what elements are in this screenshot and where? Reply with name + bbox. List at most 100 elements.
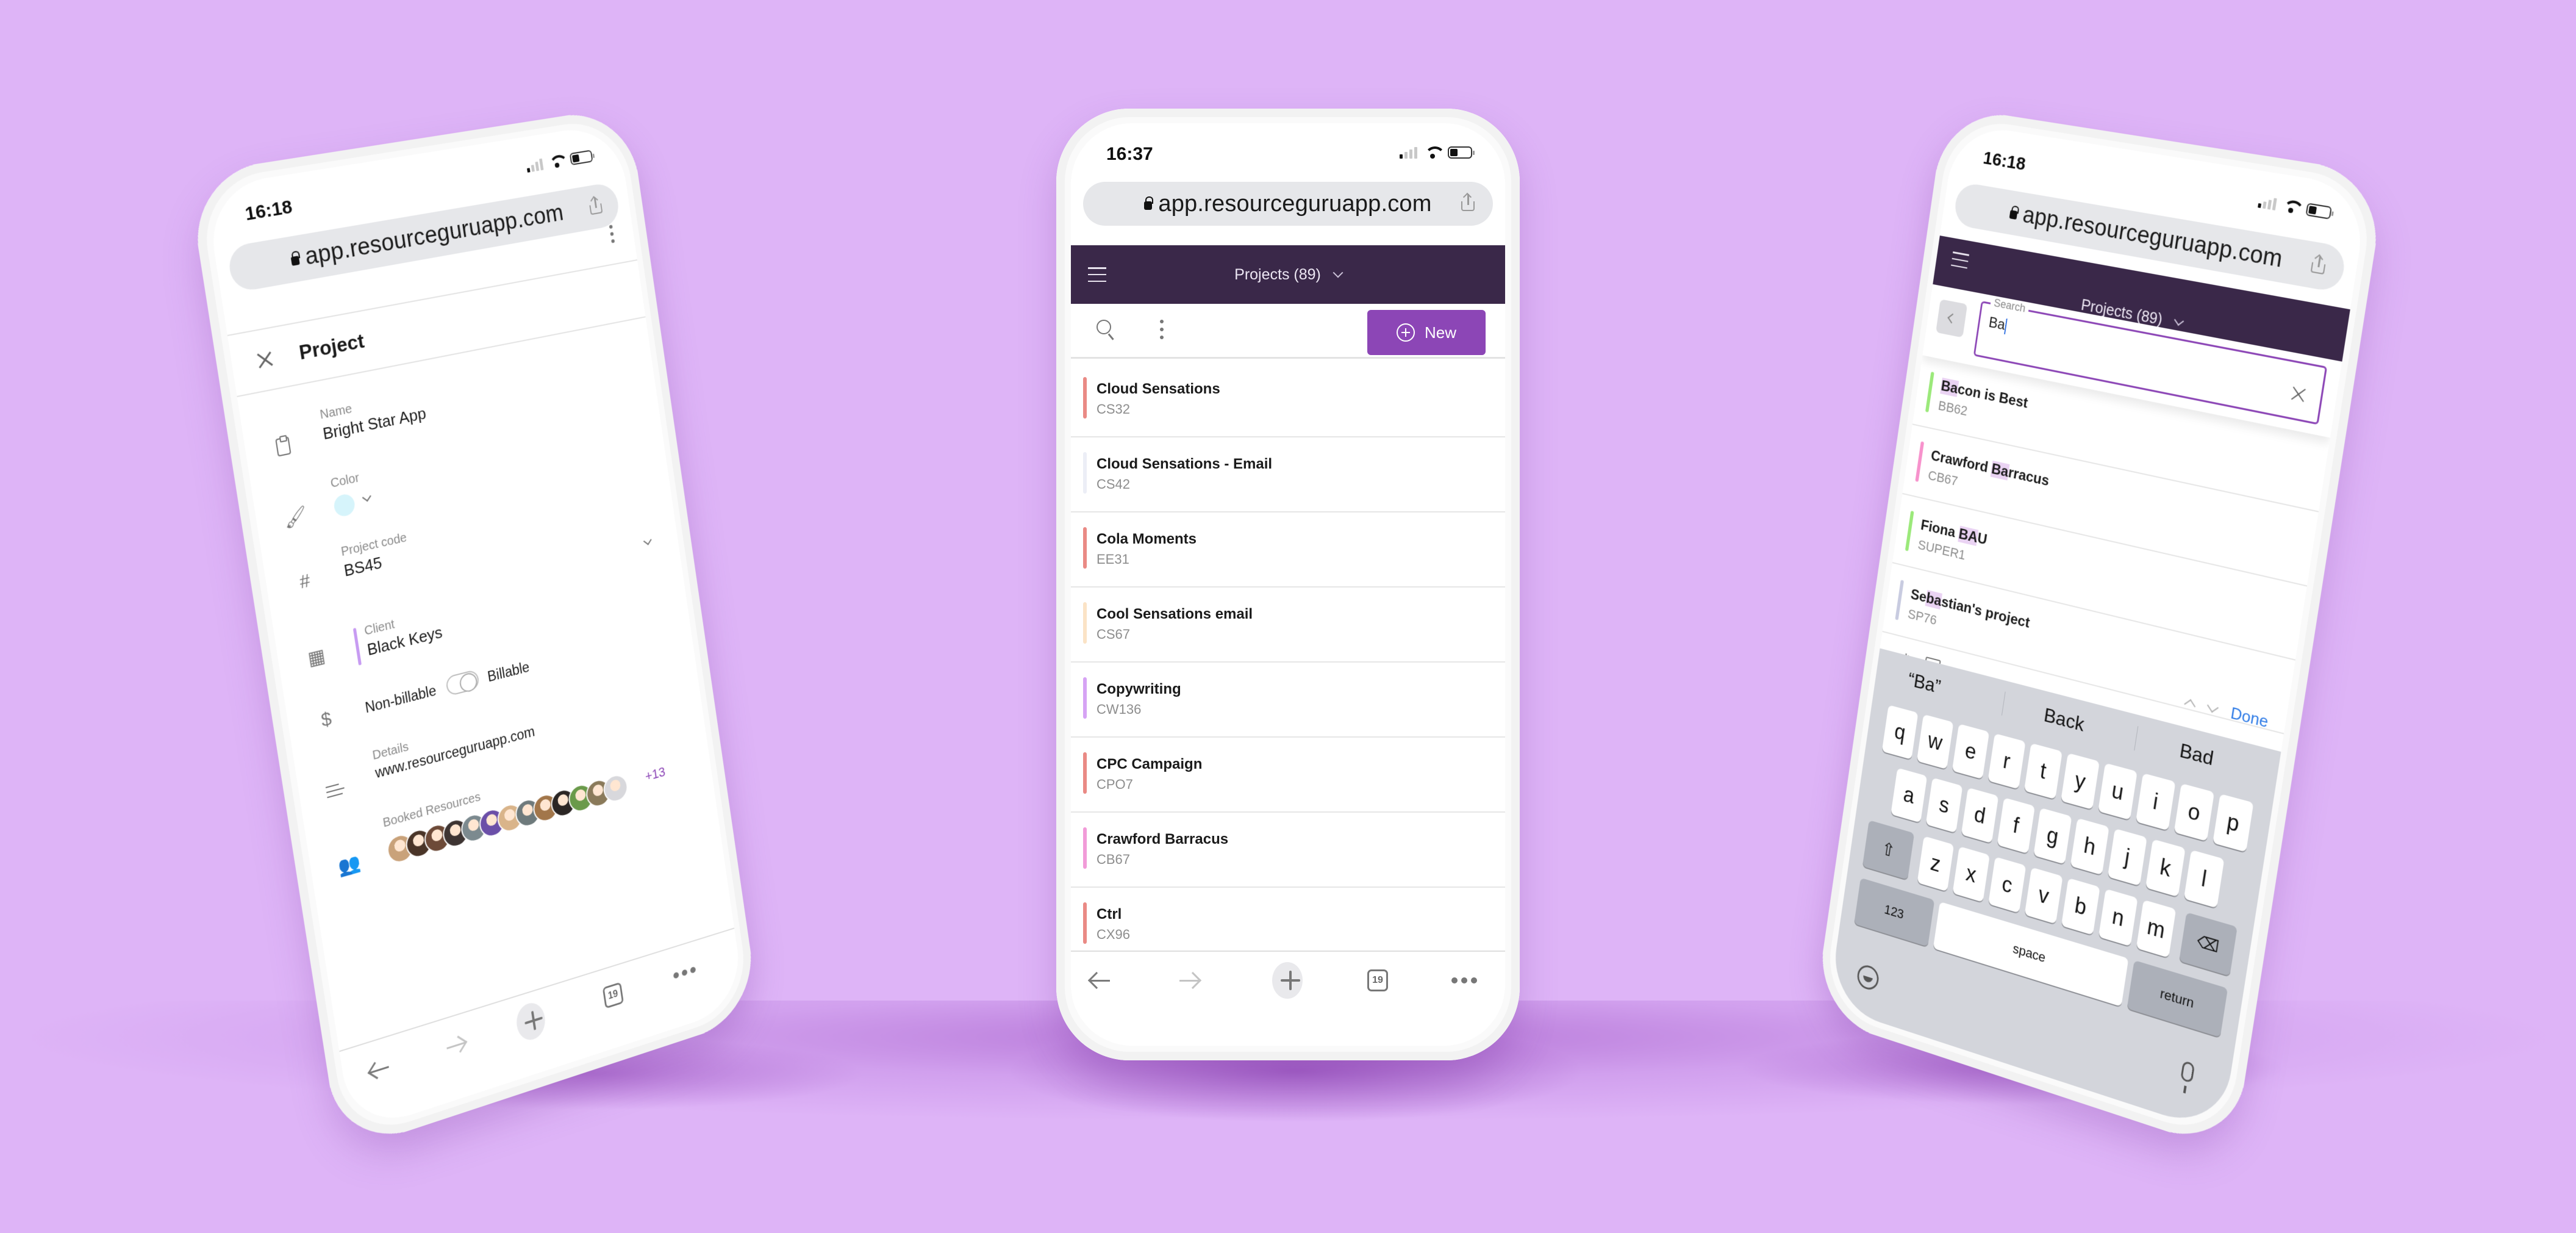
back-button[interactable] — [362, 1050, 396, 1090]
numbers-key[interactable]: 123 — [1854, 877, 1935, 947]
hash-icon: # — [298, 570, 312, 593]
chevron-up-icon[interactable] — [2184, 699, 2196, 711]
key-d[interactable]: d — [1961, 787, 1999, 844]
key-l[interactable]: l — [2183, 849, 2225, 908]
close-icon[interactable] — [256, 350, 274, 370]
color-field[interactable]: 🖌 Color — [252, 407, 659, 530]
shift-key[interactable]: ⇧ — [1862, 820, 1915, 880]
key-e[interactable]: e — [1952, 724, 1990, 780]
screen: 16:18 app.resourceguruapp.com Project Na… — [204, 122, 746, 1134]
color-label: Color — [329, 470, 360, 491]
project-name: Crawford Barracus — [1097, 831, 1229, 847]
key-a[interactable]: a — [1891, 767, 1928, 823]
new-tab-button[interactable] — [514, 999, 548, 1044]
new-tab-button[interactable] — [1272, 962, 1303, 999]
key-x[interactable]: x — [1952, 846, 1990, 902]
key-g[interactable]: g — [2033, 807, 2072, 865]
forward-button[interactable] — [1175, 965, 1205, 996]
project-row[interactable]: Cloud Sensations - Email CS42 — [1071, 437, 1505, 512]
chevron-down-icon[interactable] — [2206, 700, 2219, 713]
key-n[interactable]: n — [2098, 888, 2138, 947]
client-field[interactable]: ▦ Client Black Keys — [273, 530, 676, 670]
share-icon[interactable] — [1461, 192, 1475, 211]
project-code: EE31 — [1097, 552, 1129, 567]
suggestion-2[interactable]: Back — [2042, 703, 2086, 736]
microphone-icon[interactable] — [2180, 1060, 2195, 1084]
hamburger-menu-icon[interactable] — [1088, 267, 1106, 282]
billable-toggle[interactable] — [445, 669, 481, 697]
new-project-button[interactable]: New — [1367, 310, 1486, 355]
key-s[interactable]: s — [1925, 777, 1963, 833]
key-z[interactable]: z — [1917, 836, 1955, 892]
project-row[interactable]: Copywriting CW136 — [1071, 663, 1505, 738]
billable-label: Billable — [486, 658, 531, 685]
project-code-field[interactable]: # Project code BS45 — [263, 472, 668, 593]
key-f[interactable]: f — [1997, 797, 2035, 854]
key-v[interactable]: v — [2024, 867, 2063, 924]
battery-icon — [1448, 146, 1475, 159]
share-icon[interactable] — [2310, 254, 2327, 275]
project-row[interactable]: Cola Moments EE31 — [1071, 512, 1505, 588]
project-row[interactable]: CPC Campaign CPO7 — [1071, 738, 1505, 813]
key-c[interactable]: c — [1988, 857, 2027, 913]
back-button[interactable] — [1084, 965, 1115, 996]
project-color-bar — [1895, 580, 1905, 620]
more-resources-count[interactable]: +13 — [644, 764, 666, 785]
chevron-down-icon[interactable] — [2174, 315, 2184, 326]
key-m[interactable]: m — [2136, 899, 2177, 958]
more-button[interactable] — [1449, 965, 1479, 996]
project-row[interactable]: Cool Sensations email CS67 — [1071, 588, 1505, 663]
project-code: CW136 — [1097, 702, 1142, 717]
key-o[interactable]: o — [2174, 783, 2215, 842]
more-options-icon[interactable] — [609, 225, 615, 243]
project-name: CPC Campaign — [1097, 756, 1203, 772]
backspace-key[interactable]: ⌫ — [2179, 912, 2238, 976]
key-h[interactable]: h — [2070, 818, 2109, 875]
key-w[interactable]: w — [1916, 714, 1954, 769]
hamburger-menu-icon[interactable] — [1951, 251, 1970, 269]
back-chevron-button[interactable] — [1936, 299, 1968, 338]
projects-title[interactable]: Projects (89) — [1234, 266, 1321, 284]
key-k[interactable]: k — [2145, 839, 2186, 897]
key-p[interactable]: p — [2213, 794, 2254, 852]
key-r[interactable]: r — [1987, 733, 2026, 789]
key-u[interactable]: u — [2098, 763, 2138, 821]
chevron-down-icon[interactable] — [1333, 267, 1343, 278]
suggestion-1[interactable]: “Ba” — [1907, 668, 1942, 698]
search-icon[interactable] — [1097, 320, 1115, 340]
clear-icon[interactable] — [2290, 386, 2307, 404]
more-button[interactable] — [669, 954, 699, 991]
return-key[interactable]: return — [2127, 960, 2228, 1038]
project-name: Copywriting — [1097, 681, 1181, 697]
project-list: Cloud Sensations CS32 Cloud Sensations - E… — [1071, 362, 1505, 963]
project-row[interactable]: Crawford Barracus CB67 — [1071, 813, 1505, 888]
key-y[interactable]: y — [2061, 753, 2100, 810]
color-swatch[interactable] — [332, 492, 356, 519]
suggestion-3[interactable]: Bad — [2178, 739, 2215, 771]
project-row[interactable]: Cloud Sensations CS32 — [1071, 362, 1505, 437]
share-icon[interactable] — [589, 196, 603, 215]
arrow-left-icon — [1087, 971, 1111, 990]
chevron-down-icon[interactable] — [362, 492, 371, 502]
lock-icon — [291, 256, 301, 266]
project-color-bar — [1083, 452, 1087, 494]
tabs-count: 19 — [602, 982, 624, 1009]
chevron-down-icon[interactable] — [643, 536, 652, 545]
more-options-icon[interactable] — [1160, 320, 1164, 339]
tabs-button[interactable]: 19 — [598, 977, 629, 1015]
building-icon: ▦ — [306, 645, 327, 670]
search-value[interactable]: Ba — [1987, 314, 2008, 334]
emoji-icon[interactable] — [1856, 962, 1880, 993]
project-color-bar — [1083, 677, 1087, 719]
url-text: app.resourceguruapp.com — [1158, 190, 1432, 217]
tabs-button[interactable]: 19 — [1362, 965, 1393, 996]
address-bar[interactable]: app.resourceguruapp.com — [1083, 182, 1493, 226]
key-j[interactable]: j — [2107, 828, 2147, 886]
forward-button[interactable] — [440, 1026, 473, 1065]
key-b[interactable]: b — [2061, 878, 2100, 935]
key-t[interactable]: t — [2023, 743, 2063, 800]
page-title: Project — [297, 329, 366, 364]
paintbrush-icon: 🖌 — [282, 505, 309, 531]
key-i[interactable]: i — [2136, 773, 2176, 831]
key-q[interactable]: q — [1881, 705, 1919, 760]
